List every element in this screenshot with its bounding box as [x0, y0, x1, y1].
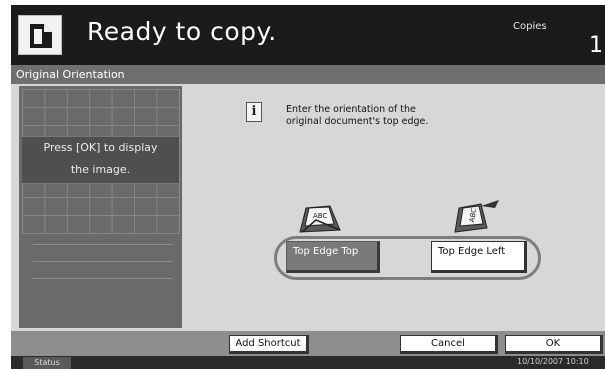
instruction-line2: original document's top edge.: [286, 116, 429, 127]
top-edge-left-icon: ABC: [454, 200, 499, 233]
content-area: Press [OK] to display the image. i Enter…: [11, 84, 605, 331]
info-icon: i: [246, 102, 262, 122]
bottom-action-bar: Add Shortcut Cancel OK: [11, 331, 605, 356]
ok-button[interactable]: OK: [505, 335, 603, 354]
status-message: Ready to copy.: [87, 17, 277, 46]
instruction-text: Enter the orientation of the original do…: [286, 104, 506, 128]
preview-message-line2: the image.: [70, 163, 131, 176]
top-edge-left-button[interactable]: Top Edge Left: [431, 241, 527, 273]
status-button[interactable]: Status: [23, 357, 71, 369]
top-edge-top-icon: ABC: [299, 205, 341, 233]
preview-lines: [33, 244, 173, 295]
top-edge-top-button[interactable]: Top Edge Top: [286, 241, 380, 273]
divider: [33, 261, 173, 262]
divider: [33, 244, 173, 245]
preview-message: Press [OK] to display the image.: [22, 136, 179, 184]
document-icon: [18, 15, 62, 55]
datetime: 10/10/2007 10:10: [517, 357, 589, 366]
status-bar: Status 10/10/2007 10:10: [11, 356, 605, 369]
copies-label: Copies: [513, 21, 547, 32]
preview-message-line1: Press [OK] to display: [43, 141, 158, 154]
header: Ready to copy. Copies 1: [11, 5, 605, 60]
copies-count: 1: [589, 33, 603, 58]
instruction-line1: Enter the orientation of the: [286, 104, 416, 115]
preview-panel: Press [OK] to display the image.: [19, 86, 182, 328]
divider: [33, 278, 173, 279]
cancel-button[interactable]: Cancel: [400, 335, 498, 354]
svg-text:ABC: ABC: [313, 212, 327, 220]
add-shortcut-button[interactable]: Add Shortcut: [229, 335, 309, 354]
screen-title: Original Orientation: [11, 65, 605, 84]
copier-panel: Ready to copy. Copies 1 Original Orienta…: [11, 5, 605, 369]
